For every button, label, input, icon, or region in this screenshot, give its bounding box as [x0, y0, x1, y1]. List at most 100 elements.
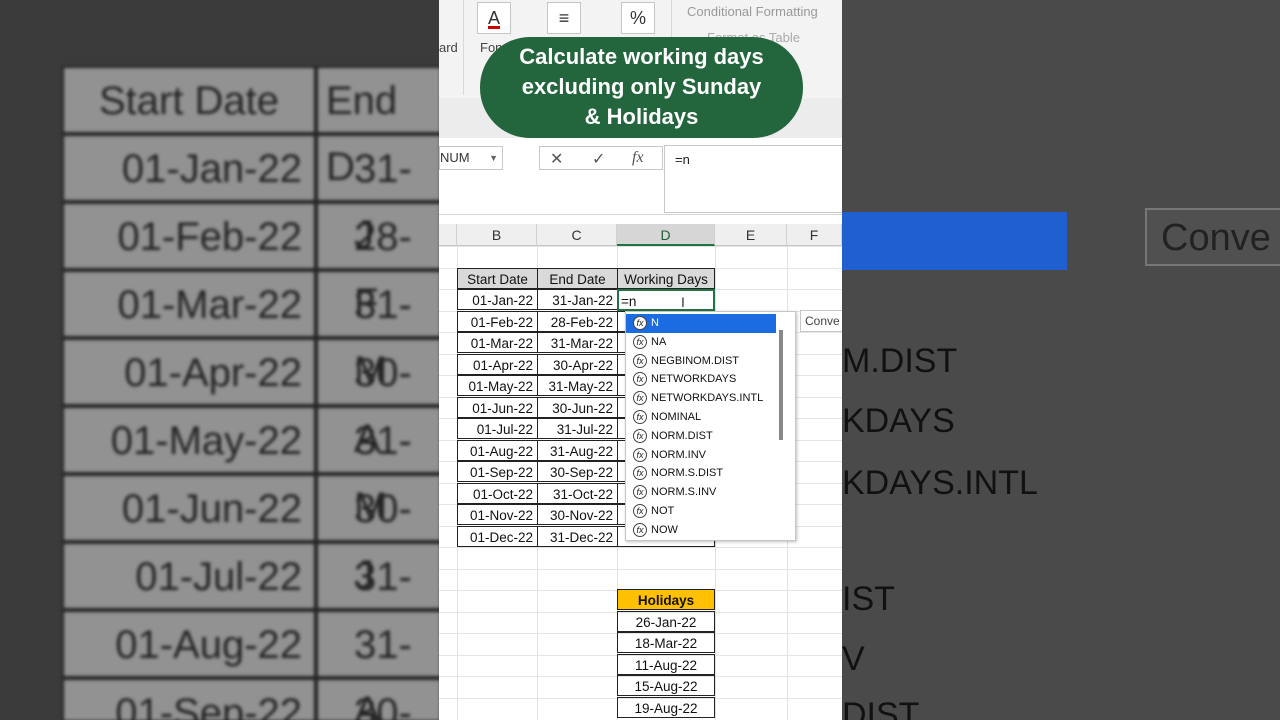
end-date-cell[interactable]: 31-Dec-22	[537, 525, 618, 547]
gridline	[439, 568, 842, 570]
autocomplete-item[interactable]: fx NOW	[626, 521, 776, 540]
holiday-date-cell[interactable]: 26-Jan-22	[617, 610, 715, 632]
autocomplete-item-label: NORM.INV	[651, 448, 706, 461]
formula-buttons: ✕ ✓ fx	[539, 146, 663, 170]
autocomplete-item[interactable]: fx NETWORKDAYS	[626, 370, 776, 389]
cancel-icon[interactable]: ✕	[550, 149, 563, 169]
autocomplete-item[interactable]: fx NOMINAL	[626, 408, 776, 427]
background-end-date: 31-A	[316, 610, 442, 720]
end-date-cell[interactable]: 30-Jun-22	[537, 396, 618, 418]
end-date-cell[interactable]: 31-May-22	[537, 375, 618, 396]
banner-line-2: excluding only Sunday	[521, 74, 762, 99]
background-start-date: 01-Jan-22	[62, 134, 316, 202]
start-date-cell[interactable]: 01-Apr-22	[457, 353, 538, 375]
autocomplete-item-label: NA	[651, 335, 667, 348]
autocomplete-item-label: NOMINAL	[651, 411, 702, 423]
autocomplete-item[interactable]: fx NEGBINOM.DIST	[626, 352, 776, 371]
function-icon: fx	[633, 466, 647, 481]
header-end-date[interactable]: End Date	[537, 268, 618, 289]
autocomplete-item[interactable]: fx NETWORKDAYS.INTL	[626, 389, 776, 408]
background-item-2: KDAYS.INTL	[842, 464, 1038, 502]
function-icon: fx	[633, 391, 647, 406]
end-date-cell[interactable]: 31-Jan-22	[537, 289, 618, 310]
autocomplete-item[interactable]: fx NORM.DIST	[626, 427, 776, 446]
background-end-date: 31-	[316, 542, 442, 610]
text-cursor-icon: I	[681, 294, 685, 310]
holidays-header[interactable]: Holidays	[617, 589, 715, 610]
background-selection-bar	[842, 212, 1067, 270]
background-item-0: M.DIST	[842, 342, 958, 380]
column-header-f[interactable]: F	[787, 224, 842, 246]
autocomplete-item-label: NORM.S.DIST	[651, 467, 724, 480]
column-header-a[interactable]	[439, 224, 457, 246]
autocomplete-item[interactable]: fx NORM.S.DIST	[626, 464, 776, 483]
start-date-cell[interactable]: 01-Aug-22	[457, 439, 538, 461]
end-date-cell[interactable]: 30-Sep-22	[537, 461, 618, 482]
autocomplete-item[interactable]: fx NOT	[626, 502, 776, 521]
start-date-cell[interactable]: 01-May-22	[457, 375, 538, 396]
function-tooltip: Conve	[800, 310, 842, 332]
chevron-down-icon[interactable]: ▼	[489, 147, 498, 169]
end-date-cell[interactable]: 31-Jul-22	[537, 418, 618, 439]
end-date-cell[interactable]: 31-Mar-22	[537, 332, 618, 353]
end-date-cell[interactable]: 31-Oct-22	[537, 482, 618, 504]
column-header-c[interactable]: C	[537, 224, 617, 246]
autocomplete-item[interactable]: fx NORM.INV	[626, 446, 776, 465]
formula-bar: NUM ▼ ✕ ✓ fx =n	[439, 140, 842, 215]
header-start-date[interactable]: Start Date	[457, 268, 538, 289]
alignment-button[interactable]: ≡	[547, 2, 581, 34]
start-date-cell[interactable]: 01-Dec-22	[457, 525, 538, 547]
end-date-cell[interactable]: 28-Feb-22	[537, 310, 618, 332]
enter-icon[interactable]: ✓	[592, 149, 605, 169]
insert-function-icon[interactable]: fx	[632, 149, 644, 167]
conditional-formatting-button[interactable]: Conditional Formatting	[687, 4, 818, 19]
start-date-cell[interactable]: 01-Jul-22	[457, 418, 538, 439]
background-end-date: 30-A	[316, 338, 442, 461]
holiday-date-cell[interactable]: 18-Mar-22	[617, 632, 715, 653]
function-icon: fx	[633, 522, 647, 537]
autocomplete-item-label: NETWORKDAYS	[651, 373, 737, 386]
holiday-date-cell[interactable]: 15-Aug-22	[617, 675, 715, 696]
name-box[interactable]: NUM ▼	[439, 146, 503, 170]
banner-line-1: Calculate working days	[519, 44, 764, 69]
active-cell-d3[interactable]: =n	[617, 289, 715, 311]
function-icon: fx	[633, 334, 647, 349]
holiday-date-cell[interactable]: 11-Aug-22	[617, 653, 715, 675]
end-date-cell[interactable]: 30-Apr-22	[537, 353, 618, 375]
column-header-e[interactable]: E	[715, 224, 787, 246]
start-date-cell[interactable]: 01-Oct-22	[457, 482, 538, 504]
end-date-cell[interactable]: 30-Nov-22	[537, 504, 618, 525]
font-color-button[interactable]: A	[477, 2, 511, 34]
holiday-date-cell[interactable]: 19-Aug-22	[617, 696, 715, 718]
header-working-days[interactable]: Working Days	[617, 268, 715, 289]
background-start-date: 01-Jul-22	[62, 542, 316, 610]
gridline	[439, 246, 842, 247]
clipboard-group-label: ard	[439, 40, 458, 55]
start-date-cell[interactable]: 01-Mar-22	[457, 332, 538, 353]
background-item-1: KDAYS	[842, 402, 955, 440]
column-header-b[interactable]: B	[457, 224, 537, 246]
formula-input[interactable]: =n	[664, 145, 842, 213]
autocomplete-scrollbar[interactable]	[779, 330, 783, 440]
background-end-date: 31-J	[316, 134, 442, 257]
start-date-cell[interactable]: 01-Jan-22	[457, 289, 538, 310]
column-header-d[interactable]: D	[617, 224, 715, 246]
start-date-cell[interactable]: 01-Jun-22	[457, 396, 538, 418]
background-start-date: 01-Apr-22	[62, 338, 316, 406]
title-banner: Calculate working days excluding only Su…	[480, 37, 803, 138]
function-icon: fx	[633, 485, 647, 500]
start-date-cell[interactable]: 01-Nov-22	[457, 504, 538, 525]
end-date-cell[interactable]: 31-Aug-22	[537, 439, 618, 461]
ribbon-separator	[463, 0, 464, 95]
autocomplete-item[interactable]: fx NA	[626, 333, 776, 352]
autocomplete-item[interactable]: fx NORM.S.INV	[626, 483, 776, 502]
background-start-date: 01-Feb-22	[62, 202, 316, 270]
function-autocomplete-list[interactable]: fx Nfx NA fx NEGBINOM.DIST fx NETWORKDAYS fx NET…	[625, 311, 796, 541]
percent-style-button[interactable]: %	[621, 2, 655, 34]
autocomplete-item[interactable]: fx N	[626, 314, 776, 333]
start-date-cell[interactable]: 01-Sep-22	[457, 461, 538, 482]
background-start-date: 01-Mar-22	[62, 270, 316, 338]
background-header-end: End D	[316, 66, 442, 189]
autocomplete-item-label: NOT	[651, 505, 675, 517]
start-date-cell[interactable]: 01-Feb-22	[457, 310, 538, 332]
